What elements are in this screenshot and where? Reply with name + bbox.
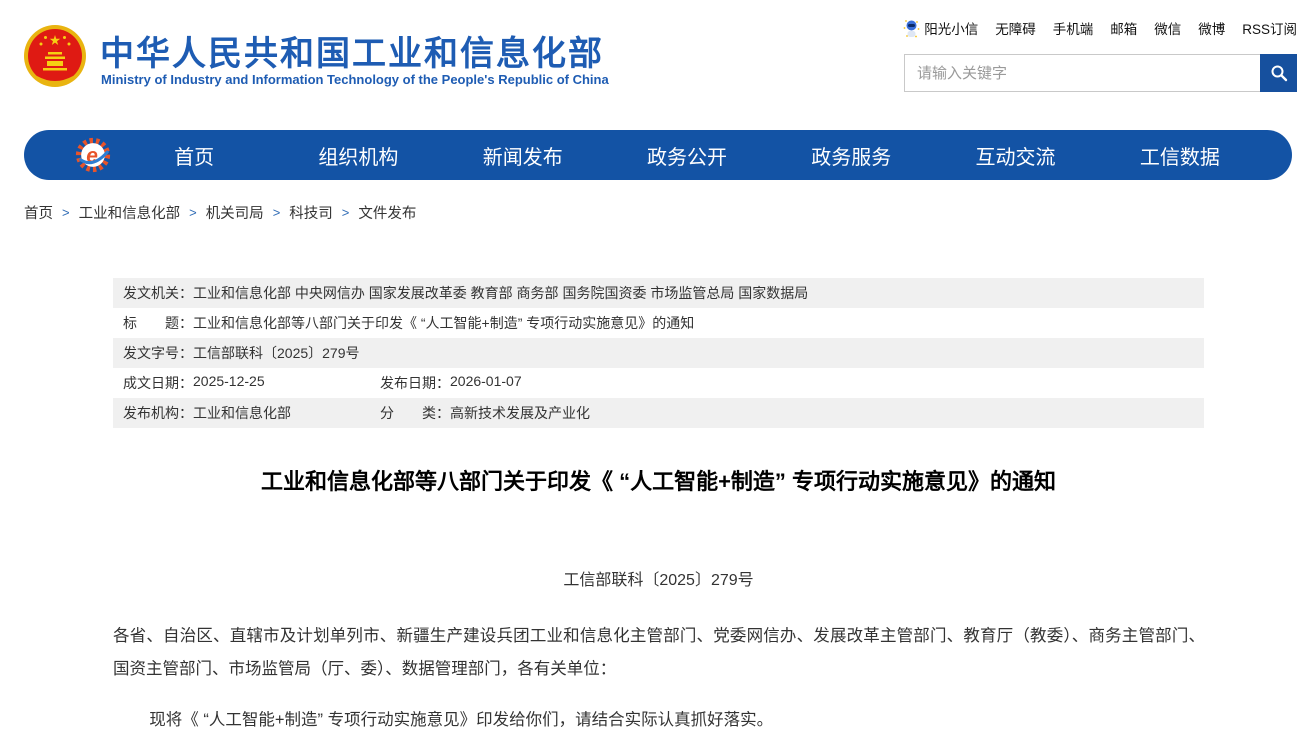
meta-label: 成文日期：	[123, 373, 193, 393]
meta-row-publisher-category: 发布机构： 工业和信息化部 分 类： 高新技术发展及产业化	[113, 398, 1204, 428]
meta-value: 工业和信息化部 中央网信办 国家发展改革委 教育部 商务部 国务院国资委 市场监…	[193, 283, 808, 303]
document-paragraph-notice: 现将《 “人工智能+制造” 专项行动实施意见》印发给你们，请结合实际认真抓好落实…	[113, 704, 1205, 737]
nav-item-organization[interactable]: 组织机构	[276, 141, 440, 170]
miit-logo-icon[interactable]: e	[74, 136, 112, 174]
meta-value: 高新技术发展及产业化	[450, 403, 590, 423]
nav-item-news[interactable]: 新闻发布	[441, 141, 605, 170]
meta-value: 2025-12-25	[193, 373, 265, 393]
quick-link-rss[interactable]: RSS订阅	[1242, 18, 1297, 38]
nav-item-home[interactable]: 首页	[112, 141, 276, 170]
meta-value: 工业和信息化部等八部门关于印发《 “人工智能+制造” 专项行动实施意见》的通知	[193, 313, 694, 333]
nav-items: 首页 组织机构 新闻发布 政务公开 政务服务 互动交流 工信数据	[112, 141, 1262, 170]
meta-row-title: 标 题： 工业和信息化部等八部门关于印发《 “人工智能+制造” 专项行动实施意见…	[113, 308, 1204, 338]
breadcrumb: 首页 > 工业和信息化部 > 机关司局 > 科技司 > 文件发布	[24, 202, 416, 223]
search-box	[904, 54, 1297, 92]
meta-label: 发文机关：	[123, 283, 193, 303]
national-emblem-icon	[23, 24, 87, 91]
breadcrumb-separator: >	[273, 205, 281, 220]
quick-link-accessibility[interactable]: 无障碍	[995, 18, 1036, 38]
breadcrumb-miit[interactable]: 工业和信息化部	[79, 202, 181, 223]
quick-links: 阳光小信 无障碍 手机端 邮箱 微信 微博 RSS订阅	[903, 18, 1297, 38]
meta-row-dates: 成文日期： 2025-12-25 发布日期： 2026-01-07	[113, 368, 1204, 398]
breadcrumb-separator: >	[189, 205, 197, 220]
page: 中华人民共和国工业和信息化部 Ministry of Industry and …	[0, 0, 1316, 747]
quick-link-wechat[interactable]: 微信	[1154, 18, 1181, 38]
breadcrumb-separator: >	[342, 205, 350, 220]
site-subtitle: Ministry of Industry and Information Tec…	[101, 72, 609, 87]
quick-link-label: 阳光小信	[924, 18, 978, 38]
nav-item-miit-data[interactable]: 工信数据	[1098, 141, 1262, 170]
search-icon	[1270, 64, 1288, 82]
meta-label: 标 题：	[123, 313, 193, 333]
breadcrumb-home[interactable]: 首页	[24, 202, 53, 223]
meta-row-issuing-authority: 发文机关： 工业和信息化部 中央网信办 国家发展改革委 教育部 商务部 国务院国…	[113, 278, 1204, 308]
site-title[interactable]: 中华人民共和国工业和信息化部	[100, 26, 604, 75]
meta-value: 工业和信息化部	[193, 403, 291, 423]
search-button[interactable]	[1260, 54, 1297, 92]
meta-value: 2026-01-07	[450, 373, 522, 393]
meta-label: 分 类：	[380, 403, 450, 423]
quick-link-mail[interactable]: 邮箱	[1110, 18, 1137, 38]
nav-item-gov-services[interactable]: 政务服务	[769, 141, 933, 170]
meta-label: 发文字号：	[123, 343, 193, 363]
breadcrumb-science-tech-dept[interactable]: 科技司	[289, 202, 333, 223]
quick-link-sunshine[interactable]: 阳光小信	[903, 18, 978, 38]
nav-item-gov-disclosure[interactable]: 政务公开	[605, 141, 769, 170]
document-paragraph-addressees: 各省、自治区、直辖市及计划单列市、新疆生产建设兵团工业和信息化主管部门、党委网信…	[113, 620, 1205, 686]
document-meta-table: 发文机关： 工业和信息化部 中央网信办 国家发展改革委 教育部 商务部 国务院国…	[113, 278, 1204, 428]
quick-link-mobile[interactable]: 手机端	[1053, 18, 1094, 38]
meta-label: 发布机构：	[123, 403, 193, 423]
search-input[interactable]	[904, 54, 1260, 92]
mascot-robot-icon	[903, 19, 920, 38]
meta-value: 工信部联科〔2025〕279号	[193, 343, 360, 363]
meta-row-doc-number: 发文字号： 工信部联科〔2025〕279号	[113, 338, 1204, 368]
main-nav: e 首页 组织机构 新闻发布 政务公开 政务服务 互动交流 工信数据	[24, 130, 1292, 180]
breadcrumb-departments[interactable]: 机关司局	[206, 202, 264, 223]
site-header: 中华人民共和国工业和信息化部 Ministry of Industry and …	[0, 0, 1316, 122]
meta-label: 发布日期：	[380, 373, 450, 393]
quick-link-weibo[interactable]: 微博	[1198, 18, 1225, 38]
nav-item-interaction[interactable]: 互动交流	[933, 141, 1097, 170]
breadcrumb-document-release[interactable]: 文件发布	[358, 202, 416, 223]
document-number: 工信部联科〔2025〕279号	[113, 566, 1204, 590]
document-title: 工业和信息化部等八部门关于印发《 “人工智能+制造” 专项行动实施意见》的通知	[113, 464, 1204, 496]
breadcrumb-separator: >	[62, 205, 70, 220]
